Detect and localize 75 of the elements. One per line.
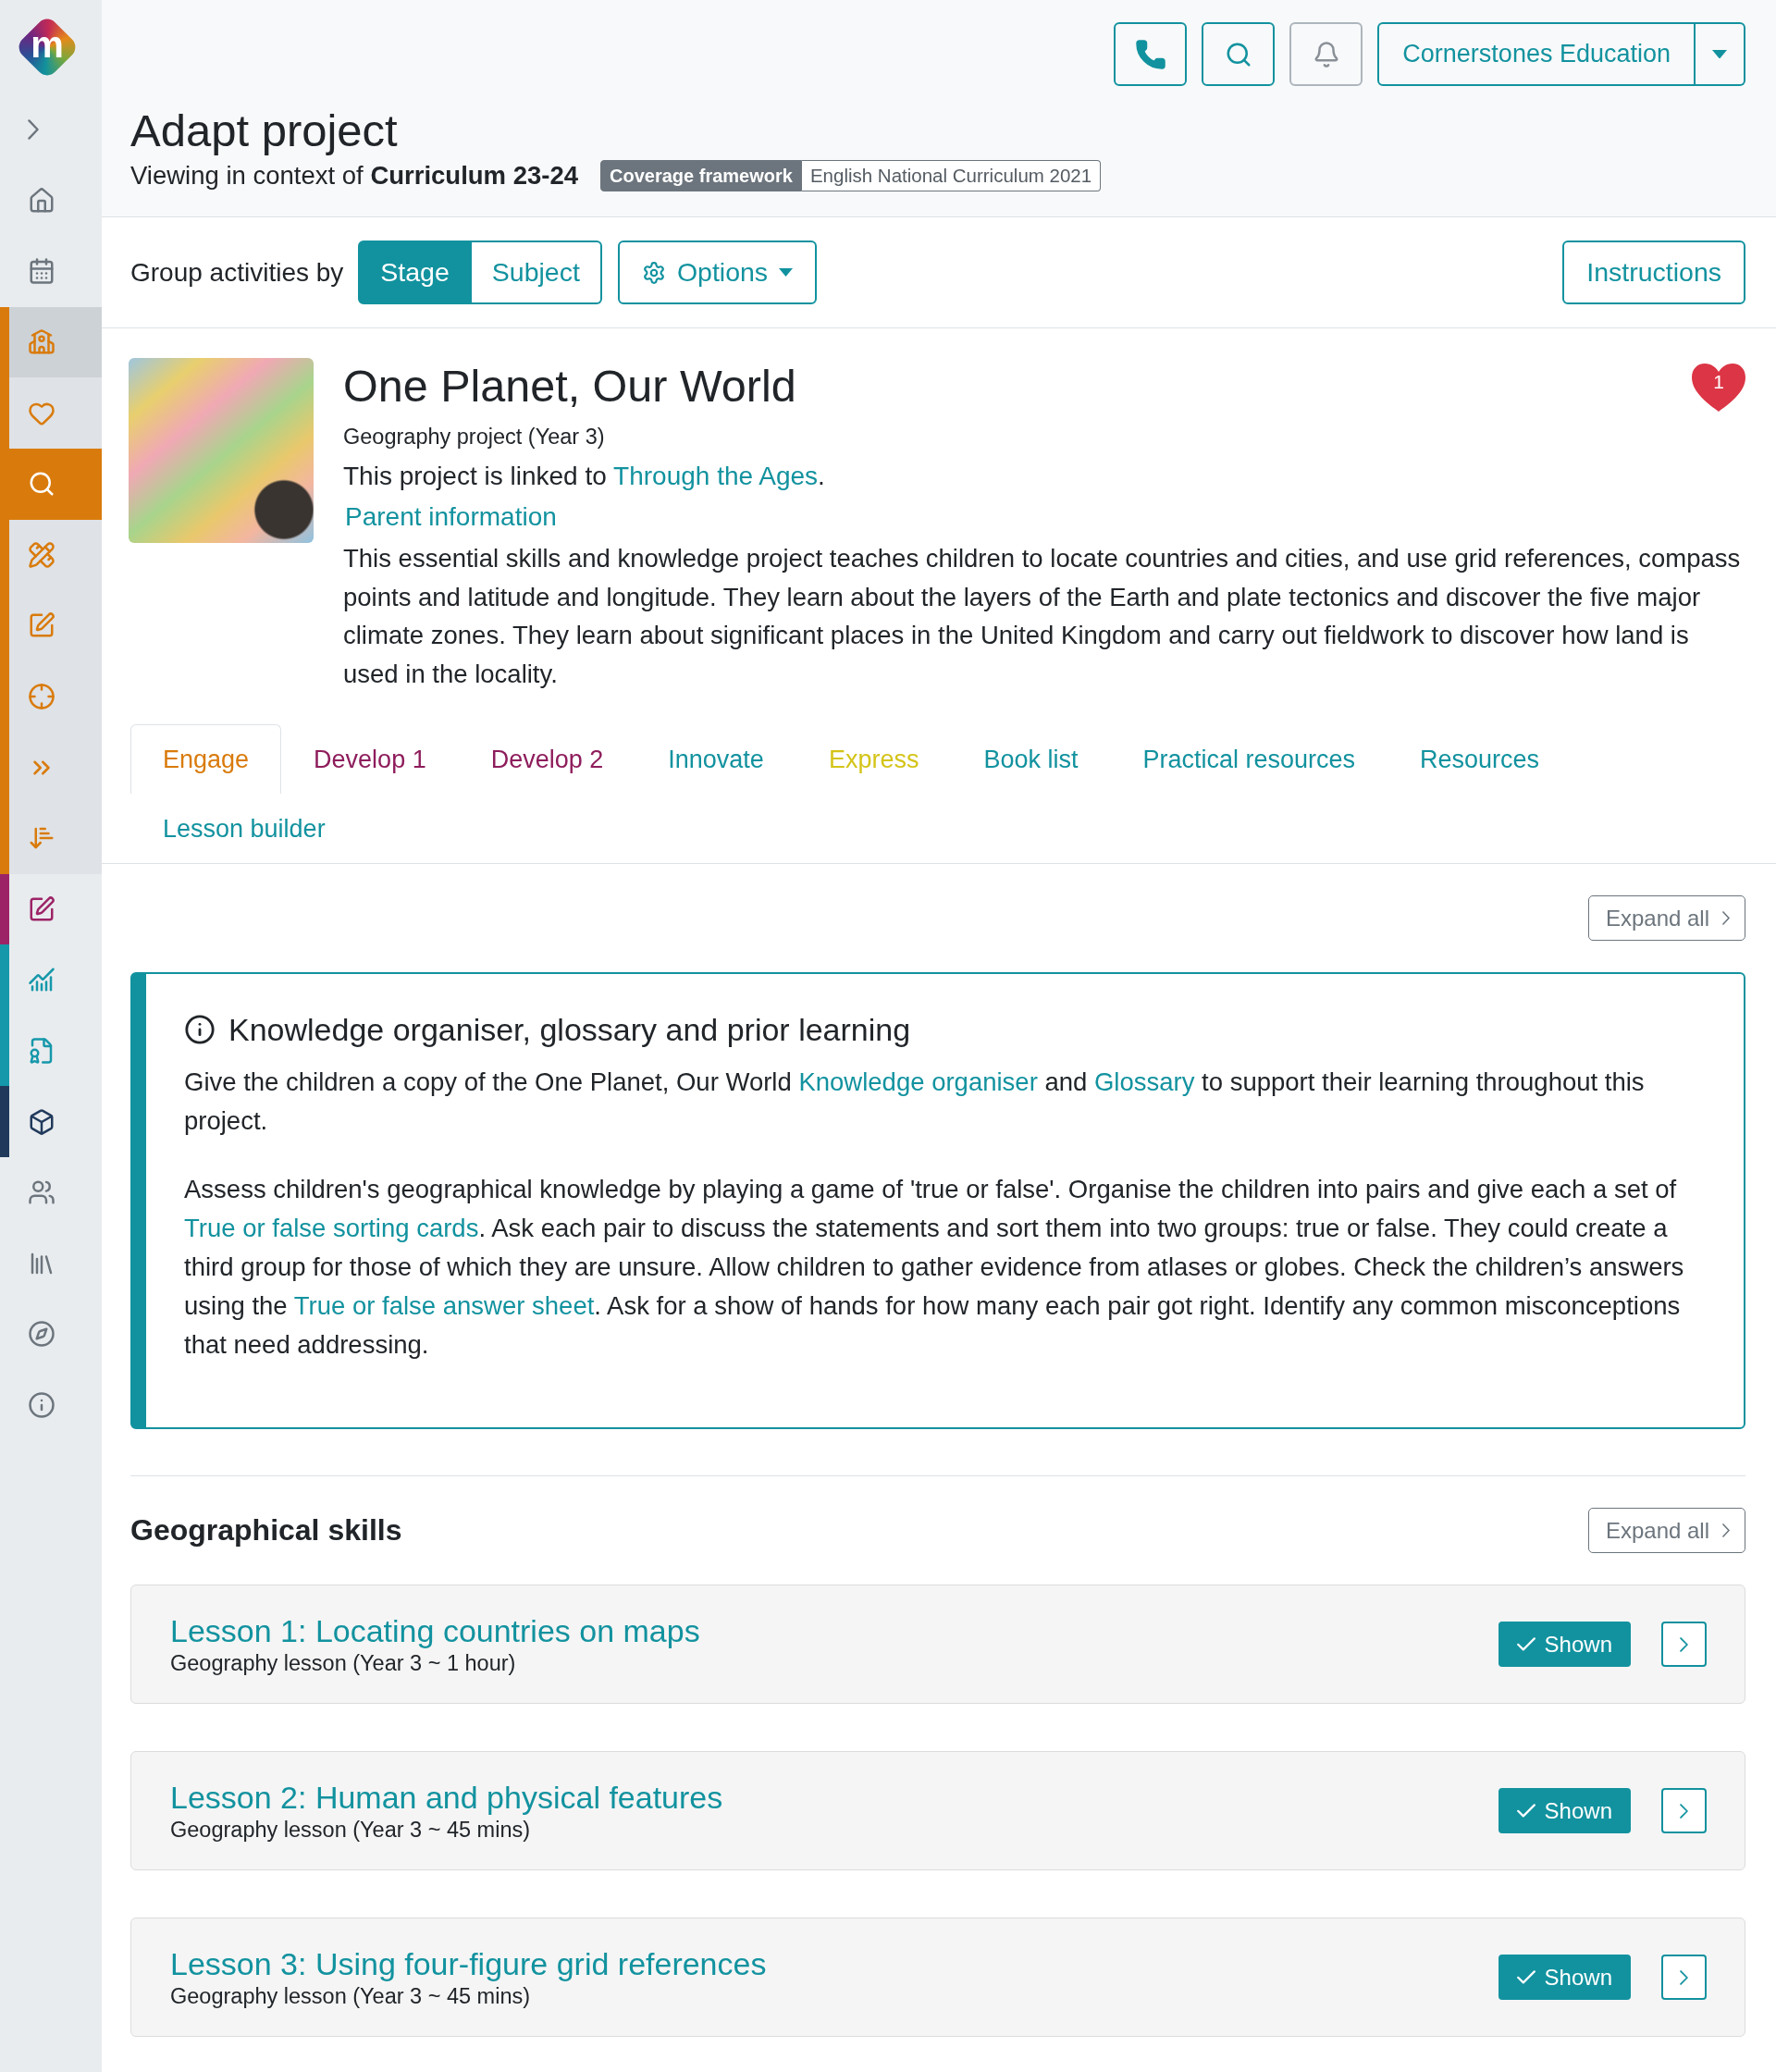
- check-icon: [1516, 1970, 1536, 1984]
- group-toggle[interactable]: Stage: [358, 240, 472, 304]
- inline-link[interactable]: Through the Ages: [613, 462, 819, 490]
- stage-tab[interactable]: Lesson builder: [130, 794, 358, 863]
- phone-icon: [1133, 37, 1167, 71]
- calendar-icon: [28, 257, 56, 286]
- lesson-title-link[interactable]: Lesson 2: Human and physical features: [170, 1778, 723, 1816]
- chevron-right-icon: [1722, 1523, 1730, 1537]
- crosshair-icon: [28, 683, 56, 711]
- expand-all-button[interactable]: Expand all: [1587, 1508, 1745, 1553]
- stage-tab[interactable]: Practical resources: [1110, 724, 1388, 794]
- inline-link[interactable]: Glossary: [1093, 1067, 1195, 1096]
- info-icon: [184, 1014, 216, 1045]
- curriculum-context: Viewing in context of Curriculum 23-24: [130, 160, 579, 191]
- project-title: One Planet, Our World: [343, 360, 796, 413]
- lesson-subtitle: Geography lesson (Year 3 ~ 45 mins): [170, 1982, 531, 2010]
- pencil-ruler-icon: [28, 540, 56, 569]
- open-lesson-button[interactable]: [1661, 1622, 1707, 1667]
- callout-paragraph: Assess children's geographical knowledge by playing a game of 'true or false'. Organise the children into pairs and give each a set of True or false sorting cards. Ask each pair to discuss the statements and sort them into two groups: true or false. They could create a third group for those of which they are unsure. Allow children to gather evidence from atlases or globes. Check the children’s answers using the True or false answer sheet. Ask for a show of hands for how many each pair got right. Identify any common misconceptions that need addressing.: [184, 1174, 1685, 1361]
- caret-icon: [1712, 49, 1727, 59]
- stage-tab[interactable]: Book list: [951, 724, 1111, 794]
- lesson-title-link[interactable]: Lesson 1: Locating countries on maps: [170, 1611, 700, 1649]
- search-button[interactable]: [1202, 22, 1276, 86]
- chevron-right-icon: [1680, 1969, 1688, 1985]
- stage-tab[interactable]: Engage: [130, 724, 282, 794]
- lesson-subtitle: Geography lesson (Year 3 ~ 45 mins): [170, 1816, 531, 1844]
- chevron-right-icon: [28, 119, 39, 141]
- search-icon: [28, 470, 56, 499]
- chevron-right-icon: [1680, 1803, 1688, 1819]
- stage-tab[interactable]: Develop 2: [458, 724, 636, 794]
- options-button[interactable]: Options: [617, 240, 818, 304]
- school-icon: [28, 328, 56, 357]
- visibility-toggle-button[interactable]: Shown: [1498, 1788, 1631, 1833]
- callout-paragraph: Give the children a copy of the One Planet, Our World Knowledge organiser and Glossary to support their learning throughout this project.: [184, 1067, 1646, 1137]
- edit-icon: [28, 611, 56, 640]
- check-icon: [1516, 1804, 1536, 1818]
- group-by-label: Group activities by: [130, 257, 344, 288]
- lesson-subtitle: Geography lesson (Year 3 ~ 1 hour): [170, 1649, 516, 1677]
- home-icon: [28, 186, 56, 215]
- expand-all-button[interactable]: Expand all: [1587, 895, 1745, 941]
- account-button[interactable]: Cornerstones Education: [1377, 22, 1696, 86]
- linked-project-text: This project is linked to Through the Ages.: [343, 461, 825, 492]
- stage-tab[interactable]: Develop 1: [281, 724, 459, 794]
- account-dropdown-button[interactable]: [1696, 22, 1745, 86]
- info-icon: [28, 1391, 56, 1419]
- visibility-toggle-button[interactable]: Shown: [1498, 1622, 1631, 1667]
- instructions-button[interactable]: Instructions: [1562, 240, 1745, 304]
- callout-title: Knowledge organiser, glossary and prior learning: [228, 1011, 911, 1049]
- group-toggle[interactable]: Subject: [471, 240, 602, 304]
- visibility-toggle-button[interactable]: Shown: [1498, 1955, 1631, 2000]
- stage-tab[interactable]: Resources: [1388, 724, 1572, 794]
- chevron-right-icon: [1680, 1636, 1688, 1652]
- inline-link[interactable]: True or false answer sheet: [293, 1291, 595, 1320]
- check-icon: [1516, 1637, 1536, 1651]
- inline-link[interactable]: Knowledge organiser: [798, 1067, 1038, 1096]
- cube-icon: [28, 1107, 56, 1136]
- settings-icon: [641, 260, 666, 285]
- inline-link[interactable]: True or false sorting cards: [184, 1214, 479, 1242]
- parent-information-link[interactable]: Parent information: [345, 500, 557, 535]
- compass-icon: [28, 1320, 56, 1349]
- project-subtitle: Geography project (Year 3): [343, 424, 605, 450]
- open-lesson-button[interactable]: [1661, 1955, 1707, 2000]
- open-lesson-button[interactable]: [1661, 1788, 1707, 1833]
- chevron-right-icon: [1722, 911, 1730, 925]
- favourite-count-button[interactable]: 1: [1692, 364, 1745, 412]
- caret-icon: [779, 268, 794, 277]
- framework-label: Coverage framework: [600, 160, 802, 191]
- project-description: This essential skills and knowledge project teaches children to locate countries and cities, and use grid references, compass points and latitude and longitude. They learn about the layers of the Earth and plate tectonics and discover the five major climate zones. They learn about significant places in the United Kingdom and carry out fieldwork to discover how land is used in the locality.: [343, 543, 1742, 690]
- page-title: Adapt project: [130, 105, 398, 157]
- framework-value: English National Curriculum 2021: [801, 160, 1102, 191]
- edit-icon: [28, 894, 56, 923]
- lesson-title-link[interactable]: Lesson 3: Using four-figure grid references: [170, 1944, 767, 1982]
- stage-tab[interactable]: Innovate: [635, 724, 796, 794]
- call-button[interactable]: [1114, 22, 1188, 86]
- section-heading: Geographical skills: [130, 1513, 402, 1548]
